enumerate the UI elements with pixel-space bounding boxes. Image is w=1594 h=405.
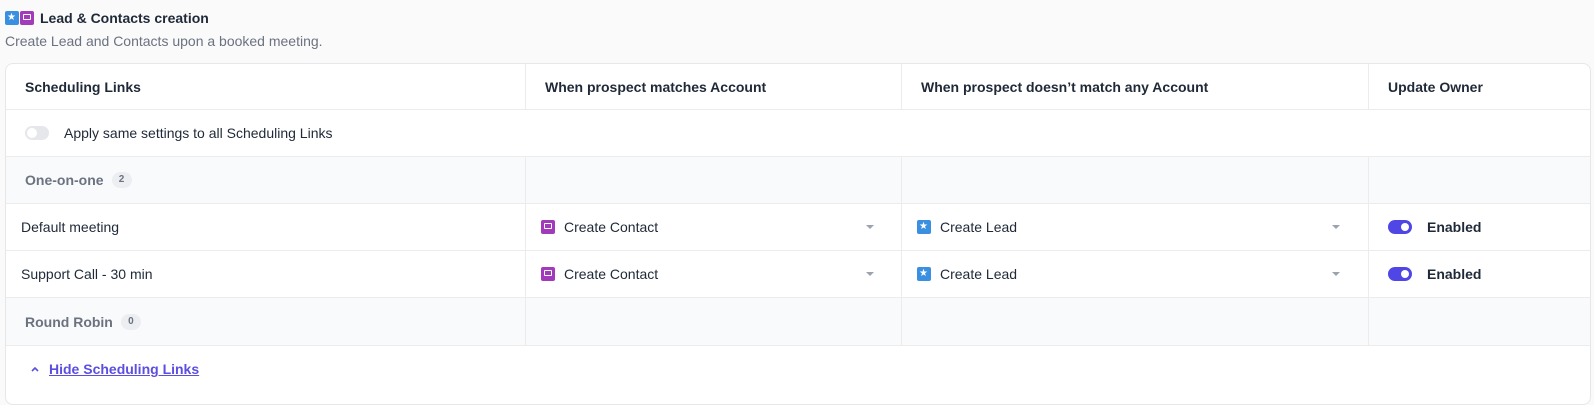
group-count-badge: 2: [111, 172, 132, 188]
scheduling-links-table: Scheduling Links When prospect matches A…: [5, 63, 1591, 405]
table-header-row: Scheduling Links When prospect matches A…: [6, 64, 1590, 110]
col-header-update-owner: Update Owner: [1388, 78, 1483, 95]
contact-icon: [20, 11, 34, 25]
group-row-one-on-one: One-on-one 2: [6, 157, 1590, 204]
chevron-down-icon: [866, 272, 874, 276]
group-label: Round Robin: [25, 313, 113, 330]
hide-scheduling-links-button[interactable]: Hide Scheduling Links: [31, 346, 199, 392]
chevron-down-icon: [1332, 272, 1340, 276]
apply-all-row: Apply same settings to all Scheduling Li…: [6, 110, 1590, 157]
select-value: Create Contact: [564, 219, 659, 235]
group-count-badge: 0: [120, 313, 141, 330]
table-footer-row: Hide Scheduling Links: [6, 346, 1590, 392]
select-value: Create Contact: [564, 266, 659, 282]
nomatch-action-select[interactable]: ★ Create Lead: [917, 204, 1357, 250]
group-label: One-on-one: [25, 172, 104, 188]
lead-icon: ★: [917, 267, 931, 281]
col-header-scheduling-links: Scheduling Links: [25, 78, 141, 95]
chevron-up-icon: [31, 366, 39, 372]
section-title: Lead & Contacts creation: [40, 10, 209, 26]
scheduling-link-name: Support Call - 30 min: [21, 266, 153, 282]
contact-icon: [541, 220, 555, 234]
lead-icon: ★: [5, 11, 19, 25]
scheduling-link-name: Default meeting: [21, 219, 120, 235]
update-owner-toggle[interactable]: [1388, 220, 1412, 234]
table-row: Default meeting Create Contact ★ Create …: [6, 204, 1590, 251]
nomatch-action-select[interactable]: ★ Create Lead: [917, 251, 1357, 297]
hide-scheduling-links-label: Hide Scheduling Links: [49, 361, 200, 377]
apply-all-toggle[interactable]: [25, 126, 49, 140]
section-subtitle: Create Lead and Contacts upon a booked m…: [5, 33, 323, 49]
section-header: ★ Lead & Contacts creation Create Lead a…: [5, 8, 323, 49]
update-owner-toggle[interactable]: [1388, 267, 1412, 281]
match-action-select[interactable]: Create Contact: [541, 204, 891, 250]
chevron-down-icon: [1332, 225, 1340, 229]
group-row-round-robin: Round Robin 0: [6, 298, 1590, 346]
select-value: Create Lead: [940, 266, 1018, 282]
contact-icon: [541, 267, 555, 281]
apply-all-label: Apply same settings to all Scheduling Li…: [64, 125, 333, 141]
col-header-no-match-account: When prospect doesn’t match any Account: [921, 78, 1209, 95]
update-owner-status: Enabled: [1427, 266, 1482, 282]
col-header-matches-account: When prospect matches Account: [545, 78, 767, 95]
update-owner-status: Enabled: [1427, 219, 1482, 235]
chevron-down-icon: [866, 225, 874, 229]
lead-icon: ★: [917, 220, 931, 234]
table-row: Support Call - 30 min Create Contact ★ C…: [6, 251, 1590, 298]
select-value: Create Lead: [940, 219, 1018, 235]
match-action-select[interactable]: Create Contact: [541, 251, 891, 297]
